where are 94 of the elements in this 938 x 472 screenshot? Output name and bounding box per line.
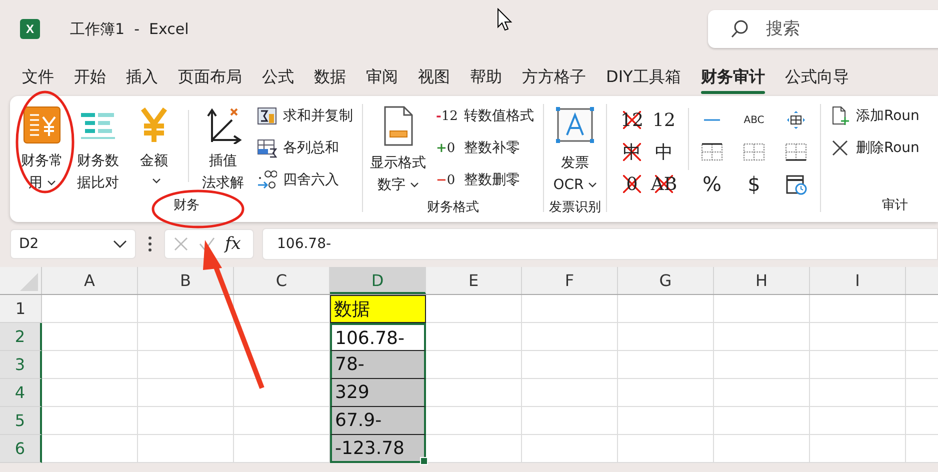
- ribbon-tab[interactable]: DIY工具箱: [596, 60, 691, 94]
- ribbon-tab[interactable]: 财务审计: [690, 60, 775, 94]
- group-label: 财务格式: [427, 199, 479, 217]
- close-x-icon: [830, 138, 850, 158]
- ribbon-tab[interactable]: 数据: [304, 60, 356, 94]
- add-document-icon: [830, 106, 850, 126]
- ribbon-tab[interactable]: 页面布局: [168, 60, 252, 94]
- sign-number-icon: +0: [436, 140, 458, 156]
- ribbon-button[interactable]: 求和并复制: [257, 104, 357, 128]
- insert-function-button[interactable]: fx: [225, 234, 241, 254]
- ribbon-button[interactable]: 各列总和: [257, 136, 357, 160]
- chevron-down-icon: [152, 178, 160, 184]
- ribbon-button[interactable]: -12 转数值格式: [436, 104, 538, 128]
- column-header[interactable]: E: [426, 267, 522, 294]
- row-header[interactable]: 6: [0, 435, 42, 463]
- border-grid-icon[interactable]: [785, 142, 807, 162]
- button-label: 财务常: [21, 152, 63, 171]
- ribbon-button[interactable]: 添加Roun: [830, 104, 924, 128]
- search-icon: [730, 19, 750, 39]
- column-header[interactable]: G: [618, 267, 714, 294]
- row-header[interactable]: 5: [0, 407, 42, 435]
- ribbon-button[interactable]: 发票 OCR: [549, 104, 601, 198]
- button-label: 据比对: [77, 174, 119, 193]
- button-label: 数字: [378, 174, 418, 196]
- ribbon-tab[interactable]: 开始: [64, 60, 116, 94]
- corner-triangle-icon: [19, 272, 39, 292]
- chevron-down-icon: [410, 182, 418, 188]
- table-cell: 78-: [330, 351, 426, 379]
- check-icon[interactable]: [199, 236, 215, 252]
- chevron-down-icon: [113, 240, 127, 248]
- ribbon-button[interactable]: 四舍六入: [257, 168, 357, 192]
- chevron-down-icon: [46, 180, 56, 186]
- column-header[interactable]: I: [810, 267, 906, 294]
- format-button[interactable]: ABC: [744, 114, 764, 126]
- ribbon-button[interactable]: 插值 法求解: [197, 104, 249, 196]
- ribbon-button[interactable]: 删除Roun: [830, 136, 924, 160]
- group-label: 审计: [882, 197, 908, 215]
- button-label: OCR: [553, 174, 597, 196]
- excel-logo-icon: X: [20, 19, 40, 39]
- sign-number-icon: -12: [436, 108, 458, 124]
- group-label: 财务: [174, 197, 200, 215]
- ribbon-button[interactable]: 显示格式 数字: [368, 104, 428, 198]
- format-button[interactable]: 中: [648, 136, 680, 168]
- group-label: 发票识别: [549, 199, 601, 217]
- table-cell: -123.78: [330, 435, 426, 463]
- ribbon-tab[interactable]: 方方格子: [512, 60, 596, 94]
- ribbon-tab[interactable]: 文件: [12, 60, 64, 94]
- format-button[interactable]: 12: [648, 104, 680, 136]
- ribbon-tab[interactable]: 视图: [408, 60, 460, 94]
- button-label: 财务数: [77, 152, 119, 171]
- column-header[interactable]: H: [714, 267, 810, 294]
- ribbon-button[interactable]: 金额: [128, 104, 180, 196]
- sum-table-icon: [257, 106, 277, 126]
- button-label: 显示格式: [370, 154, 426, 173]
- window-title: 工作簿1 - Excel: [70, 20, 189, 38]
- more-vertical-icon[interactable]: [148, 236, 152, 252]
- decimal-arrow-icon: [257, 170, 277, 190]
- ribbon-button[interactable]: +0 整数补零: [436, 136, 538, 160]
- ribbon-tab[interactable]: 帮助: [460, 60, 512, 94]
- button-label: 法求解: [202, 174, 244, 193]
- table-cell: 329: [330, 379, 426, 407]
- move-cell-icon[interactable]: [786, 110, 806, 130]
- ribbon-tab[interactable]: 插入: [116, 60, 168, 94]
- button-label: 发票: [561, 154, 589, 173]
- formula-field[interactable]: 106.78-: [262, 228, 938, 260]
- table-cell: 67.9-: [330, 407, 426, 435]
- row-header[interactable]: 3: [0, 351, 42, 379]
- ribbon-button[interactable]: −0 整数删零: [436, 168, 538, 192]
- column-header[interactable]: F: [522, 267, 618, 294]
- column-header[interactable]: A: [42, 267, 138, 294]
- table-cell: 106.78-: [330, 323, 426, 351]
- cursor-icon: [497, 8, 513, 32]
- ribbon-tab[interactable]: 公式向导: [774, 60, 859, 94]
- row-header[interactable]: 2: [0, 323, 42, 351]
- button-label: 插值: [209, 152, 237, 171]
- calendar-clock-icon[interactable]: [785, 173, 807, 195]
- button-label: 金额: [140, 152, 168, 171]
- table-cell: 数据: [330, 295, 426, 323]
- chevron-down-icon: [588, 182, 597, 188]
- ribbon-tab[interactable]: 审阅: [356, 60, 408, 94]
- format-button[interactable]: %: [702, 172, 722, 196]
- ribbon-tab[interactable]: 公式: [252, 60, 304, 94]
- row-header[interactable]: 4: [0, 379, 42, 407]
- name-box[interactable]: D2: [10, 229, 136, 259]
- ledger-icon: [23, 106, 61, 144]
- column-header[interactable]: D: [330, 267, 426, 294]
- text-frame-icon: [555, 106, 595, 146]
- row-header[interactable]: 1: [0, 295, 42, 323]
- column-sum-icon: [257, 138, 277, 158]
- border-grid-icon[interactable]: [701, 142, 723, 162]
- sign-number-icon: −0: [436, 172, 458, 188]
- ribbon-button[interactable]: 财务数 据比对: [72, 104, 124, 196]
- search-field[interactable]: 搜索: [708, 10, 938, 48]
- format-button[interactable]: $: [748, 172, 760, 196]
